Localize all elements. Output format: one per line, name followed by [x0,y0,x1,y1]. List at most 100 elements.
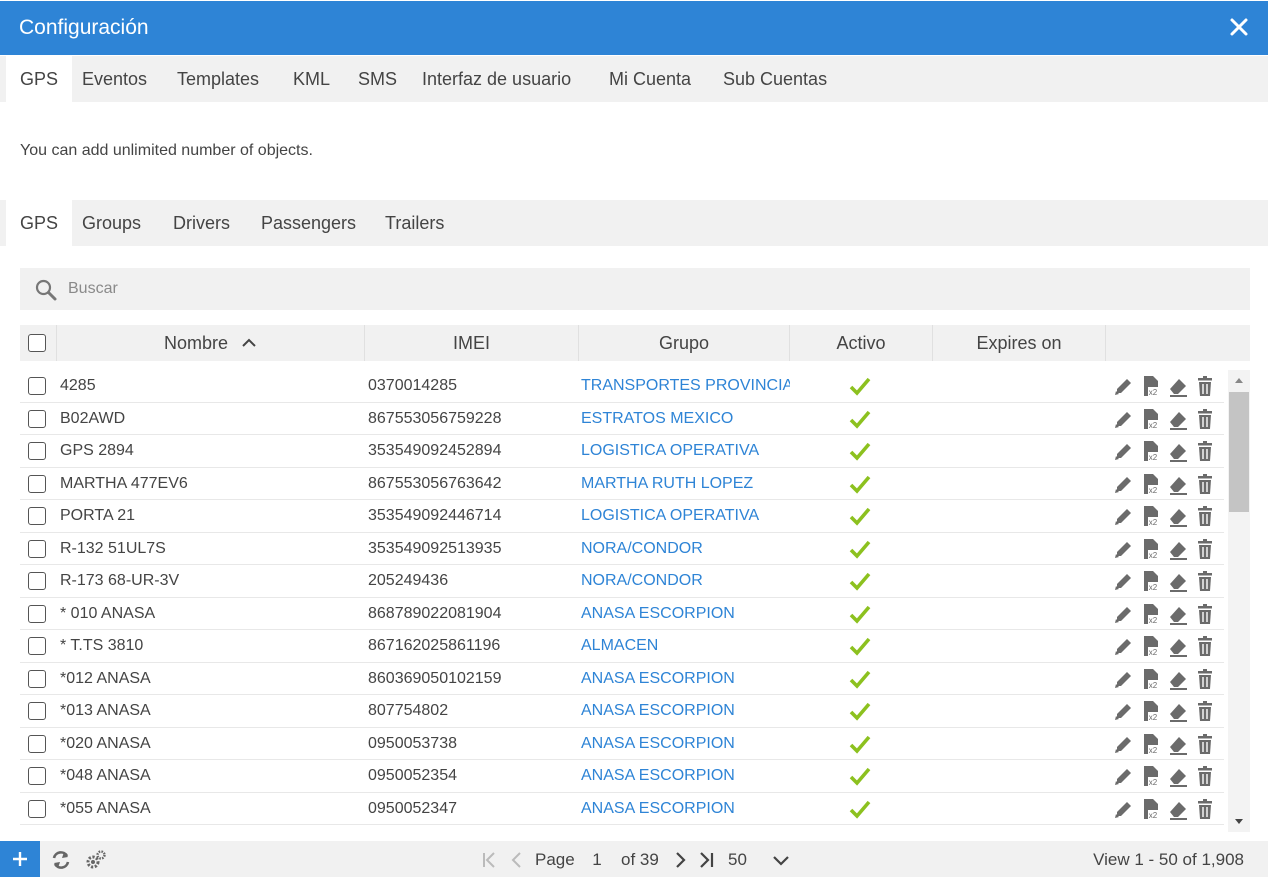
clear-history-icon[interactable] [1167,570,1189,592]
tab-kml[interactable]: KML [279,56,344,102]
page-input[interactable]: 1 [586,841,608,877]
table-row[interactable]: *013 ANASA 807754802 ANASA ESCORPION x2 [20,695,1224,728]
cell-grupo[interactable]: LOGISTICA OPERATIVA [581,435,790,467]
clear-history-icon[interactable] [1167,408,1189,430]
add-object-button[interactable] [0,841,40,877]
row-checkbox[interactable] [28,604,46,623]
delete-icon[interactable] [1194,408,1216,430]
tab-mi-cuenta[interactable]: Mi Cuenta [595,56,705,102]
edit-icon[interactable] [1113,765,1135,787]
delete-icon[interactable] [1194,440,1216,462]
row-checkbox[interactable] [28,507,46,525]
duplicate-icon[interactable]: x2 [1140,408,1162,430]
scrollbar-thumb[interactable] [1229,392,1249,512]
refresh-icon[interactable] [50,849,72,871]
edit-icon[interactable] [1113,603,1135,625]
table-row[interactable]: R-173 68-UR-3V 205249436 NORA/CONDOR x2 [20,565,1224,598]
duplicate-icon[interactable]: x2 [1140,700,1162,722]
clear-history-icon[interactable] [1167,538,1189,560]
column-grupo[interactable]: Grupo [579,325,790,361]
row-checkbox[interactable] [28,377,46,395]
delete-icon[interactable] [1194,668,1216,690]
previous-page-icon[interactable] [506,849,528,871]
edit-icon[interactable] [1113,375,1135,397]
subtab-passengers[interactable]: Passengers [247,200,370,246]
column-activo[interactable]: Activo [790,325,933,361]
duplicate-icon[interactable]: x2 [1140,798,1162,820]
settings-icon[interactable] [85,849,107,871]
cell-grupo[interactable]: ANASA ESCORPION [581,598,790,630]
delete-icon[interactable] [1194,505,1216,527]
duplicate-icon[interactable]: x2 [1140,505,1162,527]
tab-sub-cuentas[interactable]: Sub Cuentas [709,56,841,102]
row-checkbox[interactable] [28,799,46,818]
table-row[interactable]: R-132 51UL7S 353549092513935 NORA/CONDOR x2 [20,533,1224,565]
tab-sms[interactable]: SMS [344,56,411,102]
clear-history-icon[interactable] [1167,505,1189,527]
table-row[interactable]: * T.TS 3810 867162025861196 ALMACEN x2 [20,630,1224,663]
edit-icon[interactable] [1113,798,1135,820]
subtab-gps[interactable]: GPS [6,200,73,246]
clear-history-icon[interactable] [1167,765,1189,787]
subtab-trailers[interactable]: Trailers [371,200,458,246]
tab-eventos[interactable]: Eventos [68,56,161,102]
edit-icon[interactable] [1113,733,1135,755]
clear-history-icon[interactable] [1167,473,1189,495]
edit-icon[interactable] [1113,408,1135,430]
row-checkbox[interactable] [28,539,46,558]
edit-icon[interactable] [1113,473,1135,495]
table-row[interactable]: * 010 ANASA 868789022081904 ANASA ESCORPIO… [20,598,1224,630]
clear-history-icon[interactable] [1167,733,1189,755]
search-input[interactable] [68,274,1228,304]
cell-grupo[interactable]: ANASA ESCORPION [581,728,790,760]
subtab-groups[interactable]: Groups [68,200,155,246]
cell-grupo[interactable]: ANASA ESCORPION [581,695,790,727]
tab-templates[interactable]: Templates [163,56,273,102]
delete-icon[interactable] [1194,635,1216,657]
cell-grupo[interactable]: MARTHA RUTH LOPEZ [581,468,790,500]
table-row[interactable]: *055 ANASA 0950052347 ANASA ESCORPION x2 [20,793,1224,825]
duplicate-icon[interactable]: x2 [1140,765,1162,787]
delete-icon[interactable] [1194,375,1216,397]
row-checkbox[interactable] [28,409,46,428]
duplicate-icon[interactable]: x2 [1140,570,1162,592]
cell-grupo[interactable]: TRANSPORTES PROVINCIAN [581,370,790,402]
row-checkbox[interactable] [28,669,46,688]
next-page-icon[interactable] [669,849,691,871]
rows-per-page-select[interactable]: 50 [728,841,747,877]
edit-icon[interactable] [1113,505,1135,527]
column-expires[interactable]: Expires on [933,325,1106,361]
edit-icon[interactable] [1113,700,1135,722]
duplicate-icon[interactable]: x2 [1140,668,1162,690]
row-checkbox[interactable] [28,442,46,460]
select-all-checkbox[interactable] [28,334,46,352]
row-checkbox[interactable] [28,767,46,785]
clear-history-icon[interactable] [1167,668,1189,690]
cell-grupo[interactable]: LOGISTICA OPERATIVA [581,500,790,532]
delete-icon[interactable] [1194,570,1216,592]
row-checkbox[interactable] [28,572,46,590]
table-row[interactable]: B02AWD 867553056759228 ESTRATOS MEXICO x2 [20,403,1224,435]
cell-grupo[interactable]: NORA/CONDOR [581,533,790,565]
cell-grupo[interactable]: ESTRATOS MEXICO [581,403,790,435]
duplicate-icon[interactable]: x2 [1140,635,1162,657]
column-nombre[interactable]: Nombre [57,325,365,361]
duplicate-icon[interactable]: x2 [1140,603,1162,625]
scroll-down-icon[interactable] [1232,814,1246,828]
scroll-up-icon[interactable] [1232,373,1246,387]
duplicate-icon[interactable]: x2 [1140,473,1162,495]
duplicate-icon[interactable]: x2 [1140,733,1162,755]
clear-history-icon[interactable] [1167,635,1189,657]
last-page-icon[interactable] [696,849,718,871]
clear-history-icon[interactable] [1167,700,1189,722]
first-page-icon[interactable] [478,849,500,871]
close-icon[interactable] [1226,14,1252,40]
duplicate-icon[interactable]: x2 [1140,538,1162,560]
cell-grupo[interactable]: ANASA ESCORPION [581,663,790,695]
delete-icon[interactable] [1194,798,1216,820]
table-row[interactable]: *012 ANASA 860369050102159 ANASA ESCORPION… [20,663,1224,695]
table-row[interactable]: GPS 2894 353549092452894 LOGISTICA OPERATI… [20,435,1224,468]
edit-icon[interactable] [1113,570,1135,592]
delete-icon[interactable] [1194,473,1216,495]
table-row[interactable]: *020 ANASA 0950053738 ANASA ESCORPION x2 [20,728,1224,760]
